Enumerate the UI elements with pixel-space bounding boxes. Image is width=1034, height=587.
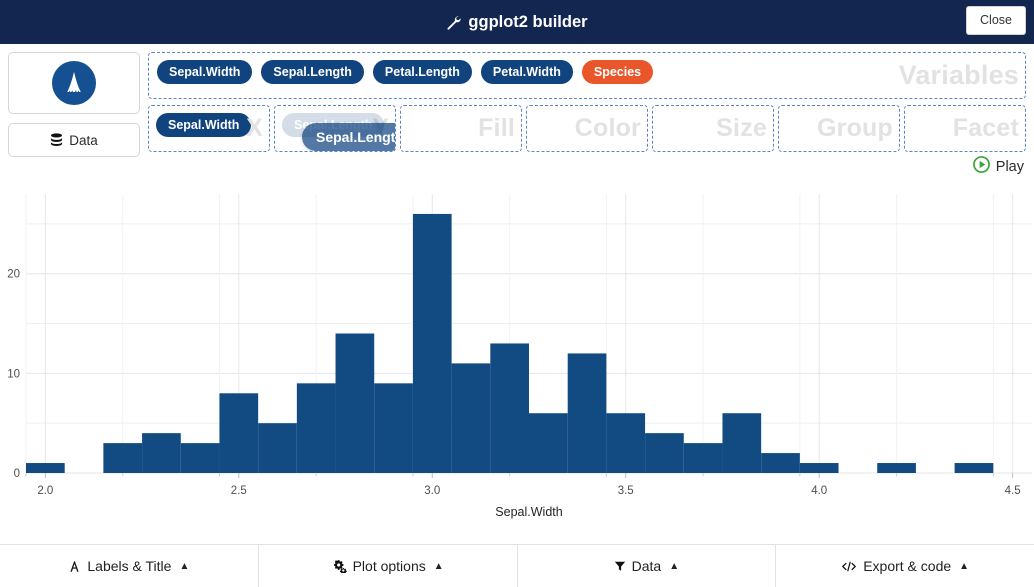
title-text: ggplot2 builder (468, 12, 588, 31)
y-tick-label: 10 (7, 368, 20, 380)
variables-shelf[interactable]: Variables Sepal.Width Sepal.Length Petal… (148, 52, 1026, 99)
variable-pill-row: Sepal.Width Sepal.Length Petal.Length Pe… (157, 60, 1017, 85)
x-tick-label: 3.0 (424, 485, 440, 497)
dragging-pill-sepal-length[interactable]: Sepal.Length (302, 123, 395, 151)
ggplot-logo-button[interactable] (8, 52, 140, 114)
histogram-bar (451, 363, 491, 473)
histogram-bar (296, 383, 336, 473)
histogram-bar (529, 413, 568, 473)
close-button[interactable]: Close (966, 6, 1026, 35)
histogram-bar (761, 453, 800, 473)
variable-pill-petal-length[interactable]: Petal.Length (372, 60, 472, 85)
wrench-icon (446, 15, 462, 30)
panel-export-code[interactable]: Export & code ▲ (776, 545, 1034, 587)
dropzone-color[interactable]: Color (526, 105, 648, 152)
panel-export-code-label: Export & code (863, 558, 952, 574)
x-tick-label: 4.0 (811, 485, 827, 497)
histogram-bar (219, 393, 259, 473)
dropzone-y[interactable]: Y Sepal.Length Sepal.Length (274, 105, 396, 152)
variable-pill-petal-width[interactable]: Petal.Width (480, 60, 573, 85)
panel-labels-title-label: Labels & Title (87, 558, 172, 574)
data-button-label: Data (69, 132, 98, 148)
panel-plot-options[interactable]: Plot options ▲ (258, 545, 518, 587)
dropzone-x[interactable]: X Sepal.Width (148, 105, 270, 152)
builder-area: Data Variables Sepal.Width Sepal.Length … (0, 44, 1034, 175)
variable-pill-species[interactable]: Species (581, 60, 654, 85)
dropzone-size-watermark: Size (716, 113, 767, 142)
histogram-bar (335, 333, 375, 473)
play-label: Play (995, 159, 1024, 175)
histogram-bar (180, 443, 220, 473)
dropzone-fill[interactable]: Fill (400, 105, 522, 152)
variable-pill-sepal-width[interactable]: Sepal.Width (157, 60, 253, 85)
histogram-bar (374, 383, 413, 473)
histogram-bar (683, 443, 723, 473)
zones-wrapper: Variables Sepal.Width Sepal.Length Petal… (148, 52, 1026, 152)
caret-up-icon: ▲ (669, 560, 680, 572)
histogram-svg: 0 10 20 2.0 2.5 3.0 3.5 4.0 4.5 Sepal.Width (7, 194, 1032, 519)
histogram-bar (877, 463, 916, 473)
x-tick-label: 3.5 (618, 485, 634, 497)
histogram-bar (954, 463, 994, 473)
panel-labels-title[interactable]: Labels & Title ▲ (0, 545, 259, 587)
page-title: ggplot2 builder (446, 12, 588, 32)
histogram-bar (567, 353, 607, 473)
filter-icon (614, 560, 626, 572)
dropzone-size[interactable]: Size (652, 105, 774, 152)
x-axis-label: Sepal.Width (495, 505, 562, 519)
histogram-bar (258, 423, 297, 473)
x-tick-label: 2.0 (37, 485, 53, 497)
panel-plot-options-label: Plot options (352, 558, 426, 574)
dropzone-fill-watermark: Fill (478, 113, 515, 142)
variable-pill-sepal-length[interactable]: Sepal.Length (261, 60, 364, 85)
caret-up-icon: ▲ (179, 560, 190, 572)
play-button[interactable]: Play (972, 156, 1024, 178)
dropzone-color-watermark: Color (574, 113, 641, 142)
histogram-bar (606, 413, 646, 473)
dropzone-x-pill[interactable]: Sepal.Width (156, 113, 252, 138)
caret-up-icon: ▲ (433, 560, 444, 572)
title-bar: ggplot2 builder Close (0, 0, 1034, 44)
dropzone-facet[interactable]: Facet (904, 105, 1026, 152)
gears-icon (332, 559, 347, 573)
dropzone-facet-watermark: Facet (952, 113, 1019, 142)
histogram-bar (799, 463, 839, 473)
panel-data[interactable]: Data ▲ (517, 545, 777, 587)
left-panel: Data (8, 52, 140, 157)
panel-data-label: Data (631, 558, 662, 574)
ggplot-builder-window: ggplot2 builder Close Data Variables Sep… (0, 0, 1034, 587)
histogram-bar (103, 443, 143, 473)
options-footer: Labels & Title ▲ Plot options ▲ Data ▲ E… (0, 544, 1034, 587)
dropzone-group[interactable]: Group (778, 105, 900, 152)
dropzone-group-watermark: Group (817, 113, 893, 142)
code-icon (841, 560, 857, 573)
histogram-bar (490, 343, 529, 473)
caret-up-icon: ▲ (959, 560, 970, 572)
play-circle-icon (972, 156, 990, 178)
histogram-bar (412, 213, 452, 473)
ggplot-logo-icon (52, 61, 96, 105)
histogram-plot: 0 10 20 2.0 2.5 3.0 3.5 4.0 4.5 Sepal.Width (0, 188, 1034, 533)
histogram-bar (142, 433, 181, 473)
x-tick-label: 4.5 (1005, 485, 1021, 497)
histogram-bar (645, 433, 684, 473)
data-button[interactable]: Data (8, 123, 140, 157)
y-tick-label: 20 (7, 269, 20, 281)
font-icon (68, 560, 81, 573)
aesthetic-dropzone-row: X Sepal.Width Y Sepal.Length Sepal.Lengt… (148, 105, 1026, 152)
y-tick-label: 0 (14, 468, 20, 480)
histogram-bar (722, 413, 762, 473)
histogram-bar (26, 463, 65, 473)
x-tick-label: 2.5 (231, 485, 247, 497)
database-icon (50, 133, 63, 147)
